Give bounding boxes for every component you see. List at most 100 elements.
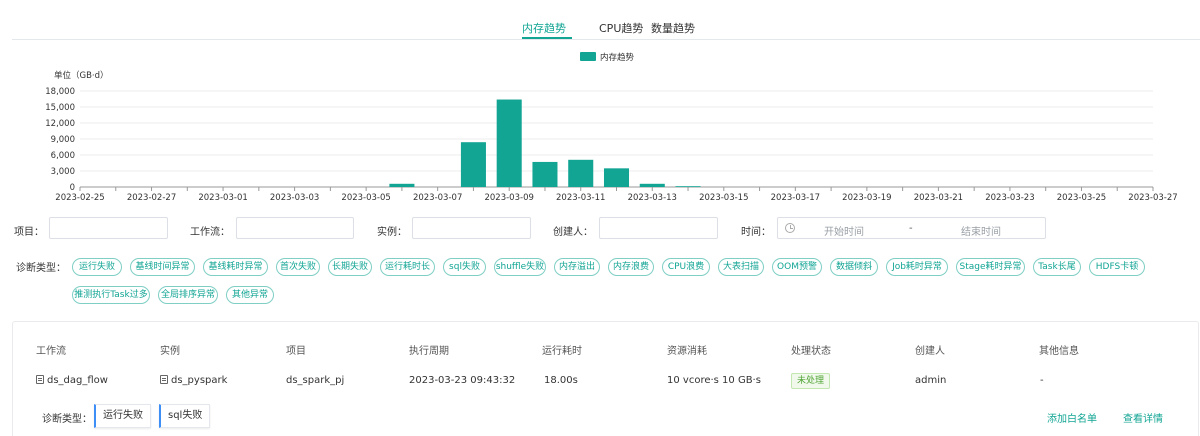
diag-tag[interactable]: OOM预警 [772, 258, 822, 276]
workflow-input[interactable] [236, 217, 354, 239]
date-range-picker[interactable]: 开始时间 - 结束时间 [777, 217, 1046, 239]
tab-memory-trend[interactable]: 内存趋势 [522, 20, 566, 36]
clock-icon [785, 223, 795, 233]
diag-tag[interactable]: shuffle失败 [494, 258, 546, 276]
row-diag-chip-run-failed[interactable]: 运行失败 [94, 404, 151, 428]
x-tick-label: 2023-03-05 [341, 193, 390, 203]
active-tab-indicator [522, 37, 572, 39]
workflow-label: 工作流： [190, 227, 230, 238]
project-input[interactable] [49, 217, 168, 239]
x-tick-label: 2023-03-21 [914, 193, 963, 203]
diag-tag[interactable]: 推测执行Task过多 [72, 286, 150, 304]
diag-tag[interactable]: 全局排序异常 [158, 286, 218, 304]
add-whitelist-link[interactable]: 添加白名单 [1047, 410, 1097, 425]
diag-type-label: 诊断类型： [16, 263, 66, 274]
bar-series [389, 99, 701, 187]
diag-tag[interactable]: 基线耗时异常 [203, 258, 268, 276]
col-header-workflow: 工作流 [36, 346, 66, 357]
legend-swatch[interactable] [580, 52, 596, 61]
cell-period: 2023-03-23 09:43:32 [409, 375, 516, 386]
bar[interactable] [532, 161, 558, 187]
diag-tag[interactable]: 长期失败 [328, 258, 372, 276]
col-header-period: 执行周期 [409, 346, 449, 357]
diag-tag[interactable]: 内存溢出 [554, 258, 600, 276]
diag-tag[interactable]: 基线时间异常 [130, 258, 195, 276]
y-tick-label: 15,000 [45, 103, 75, 113]
bar[interactable] [639, 183, 665, 187]
y-tick-label: 12,000 [45, 119, 75, 129]
bar[interactable] [389, 183, 415, 187]
col-header-project: 项目 [286, 346, 306, 357]
diag-tag[interactable]: Task长尾 [1033, 258, 1081, 276]
col-header-status: 处理状态 [791, 346, 831, 357]
legend-label[interactable]: 内存趋势 [600, 52, 635, 63]
col-header-creator: 创建人 [915, 346, 945, 357]
bar[interactable] [568, 159, 594, 187]
diag-tag[interactable]: CPU浪费 [662, 258, 710, 276]
cell-workflow[interactable]: ds_dag_flow [36, 375, 108, 386]
x-tick-label: 2023-03-01 [198, 193, 247, 203]
workflow-name: ds_dag_flow [47, 375, 108, 386]
cell-other: - [1040, 375, 1044, 386]
row-diag-chip-sql-failed[interactable]: sql失败 [159, 404, 211, 428]
cell-creator: admin [915, 375, 947, 386]
end-time-input[interactable]: 结束时间 [961, 223, 1001, 238]
y-tick-label: 6,000 [51, 151, 75, 161]
instance-label: 实例： [377, 227, 407, 238]
cell-duration: 18.00s [544, 375, 578, 386]
copy-icon[interactable] [160, 375, 168, 384]
diag-tag[interactable]: 运行耗时长 [380, 258, 435, 276]
x-tick-label: 2023-03-19 [842, 193, 891, 203]
instance-name: ds_pyspark [171, 375, 228, 386]
y-tick-label: 3,000 [51, 167, 75, 177]
y-tick-label: 18,000 [45, 87, 75, 97]
x-axis: 2023-02-25 2023-02-27 2023-03-01 2023-03-03… [55, 187, 1178, 203]
creator-label: 创建人： [553, 227, 593, 238]
y-axis-ticks: 18,000 15,000 12,000 9,000 6,000 3,000 0 [45, 87, 75, 193]
cell-instance[interactable]: ds_pyspark [160, 375, 227, 386]
col-header-resource: 资源消耗 [667, 346, 707, 357]
diag-tag[interactable]: Stage耗时异常 [956, 258, 1025, 276]
tab-cpu-trend[interactable]: CPU趋势 [599, 20, 643, 36]
diag-tag[interactable]: HDFS卡顿 [1089, 258, 1145, 276]
instance-input[interactable] [412, 217, 531, 239]
bar[interactable] [460, 142, 486, 187]
bar[interactable] [675, 186, 701, 187]
x-tick-label: 2023-03-11 [556, 193, 605, 203]
diag-tag[interactable]: Job耗时异常 [886, 258, 948, 276]
x-tick-label: 2023-03-25 [1057, 193, 1106, 203]
x-tick-label: 2023-03-23 [985, 193, 1034, 203]
bar[interactable] [603, 168, 630, 187]
x-tick-label: 2023-03-13 [628, 193, 677, 203]
cell-project: ds_spark_pj [286, 375, 345, 386]
diag-tag[interactable]: 大表扫描 [718, 258, 764, 276]
cell-resource: 10 vcore·s 10 GB·s [667, 375, 761, 386]
status-badge: 未处理 [791, 373, 831, 389]
range-separator: - [909, 223, 913, 234]
project-label: 项目： [14, 227, 44, 238]
bar[interactable] [496, 99, 522, 187]
x-tick-label: 2023-03-17 [771, 193, 820, 203]
copy-icon[interactable] [36, 375, 44, 384]
diag-tag[interactable]: sql失败 [443, 258, 486, 276]
y-tick-label: 9,000 [51, 135, 75, 145]
col-header-instance: 实例 [160, 346, 180, 357]
x-tick-label: 2023-02-27 [127, 193, 176, 203]
diag-tag[interactable]: 首次失败 [276, 258, 320, 276]
memory-trend-chart: 18,000 15,000 12,000 9,000 6,000 3,000 0 2023-… [45, 52, 1178, 203]
tab-count-trend[interactable]: 数量趋势 [651, 20, 695, 36]
col-header-other: 其他信息 [1039, 346, 1079, 357]
diag-tag[interactable]: 其他异常 [226, 286, 274, 304]
diag-tag[interactable]: 数据倾斜 [830, 258, 878, 276]
y-axis-title: 单位（GB·d） [54, 70, 109, 81]
x-tick-label: 2023-03-09 [484, 193, 533, 203]
diag-tag[interactable]: 运行失败 [72, 258, 122, 276]
x-tick-label: 2023-02-25 [55, 193, 104, 203]
x-tick-label: 2023-03-15 [699, 193, 748, 203]
view-detail-link[interactable]: 查看详情 [1123, 410, 1163, 425]
start-time-input[interactable]: 开始时间 [824, 223, 864, 238]
creator-input[interactable] [599, 217, 718, 239]
diag-tag[interactable]: 内存浪费 [608, 258, 654, 276]
y-tick-label: 0 [70, 183, 75, 193]
trend-tabs: 内存趋势 CPU趋势 数量趋势 [12, 0, 1200, 40]
